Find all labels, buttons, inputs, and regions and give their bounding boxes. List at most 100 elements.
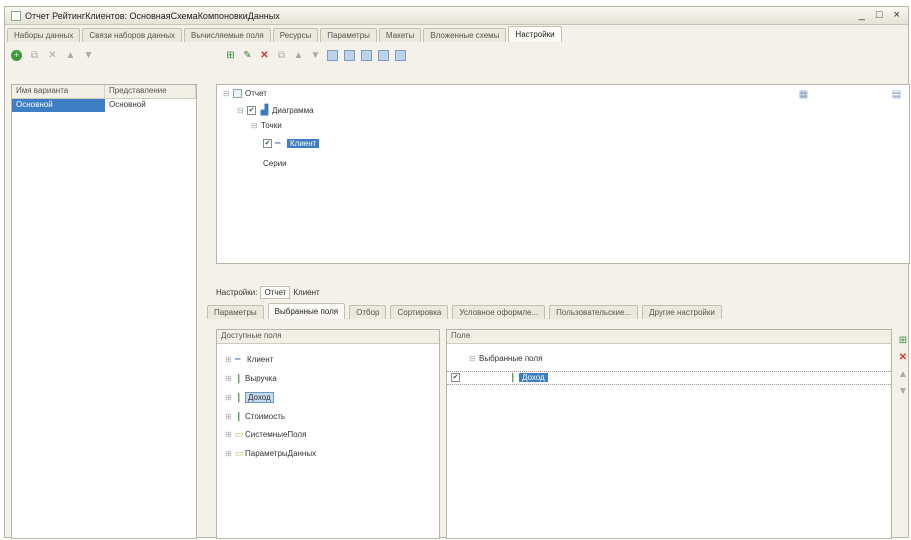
tree-label: Клиент xyxy=(287,139,320,148)
table-row[interactable]: Основной Основной xyxy=(12,99,196,112)
expand-icon[interactable]: ⊞ xyxy=(225,449,235,458)
column-header-view[interactable]: Представление xyxy=(105,85,196,98)
expand-icon[interactable] xyxy=(378,49,389,61)
delete-icon[interactable]: ✕ xyxy=(259,50,270,61)
window-title: Отчет РейтингКлиентов: ОсновнаяСхемаКомп… xyxy=(25,10,280,21)
field-label: Выручка xyxy=(245,374,277,383)
folder-icon: ▭ xyxy=(235,429,244,439)
tree-node-report[interactable]: ⊟ Отчет xyxy=(223,89,267,98)
expand-icon[interactable]: ⊞ xyxy=(225,393,235,402)
top-tabs: Наборы данных Связи наборов данных Вычис… xyxy=(5,26,908,42)
resource-icon: ❘ xyxy=(235,411,243,421)
dimension-icon: ━ xyxy=(235,354,241,364)
group-icon[interactable] xyxy=(327,49,338,61)
tree-label: Серии xyxy=(263,159,287,168)
report-icon xyxy=(233,89,242,98)
available-fields-panel: Доступные поля ⊞ ━ Клиент ⊞ ❘ Выручка ⊞ … xyxy=(216,329,440,539)
selected-row-outline xyxy=(447,371,891,385)
collapse-toggle-icon[interactable]: ⊟ xyxy=(223,89,233,98)
checkbox[interactable]: ✔ xyxy=(263,139,272,148)
move-up-icon[interactable]: ▲ xyxy=(898,369,908,380)
structure-toolbar: ⊞ ✎ ✕ ⧉ ▲ ▼ xyxy=(225,47,406,63)
settings-label: Настройки: xyxy=(216,287,258,297)
tab-settings[interactable]: Настройки xyxy=(508,26,562,42)
tree-node-client[interactable]: ✔ ━ Клиент xyxy=(263,138,320,149)
expand-icon[interactable]: ⊞ xyxy=(225,374,235,383)
list-item[interactable]: ⊞ ▭ СистемныеПоля xyxy=(225,429,306,440)
field-label: Клиент xyxy=(247,355,274,364)
tab-sorting[interactable]: Сортировка xyxy=(390,305,449,319)
tab-other-settings[interactable]: Другие настройки xyxy=(642,305,722,319)
grouping-icon: ━ xyxy=(275,138,281,148)
window-controls[interactable]: _ □ × xyxy=(859,9,904,21)
title-bar: Отчет РейтингКлиентов: ОсновнаяСхемаКомп… xyxy=(5,7,908,25)
variant-name-cell[interactable]: Основной xyxy=(12,99,105,112)
expand-icon[interactable]: ⊞ xyxy=(225,412,235,421)
selected-fields-panel: Поле ⊟ Выбранные поля ✔ ❘ Доход xyxy=(446,329,892,539)
delete-icon[interactable]: ✕ xyxy=(47,50,58,61)
field-label: Выбранные поля xyxy=(479,354,543,363)
field-label: Стоимость xyxy=(245,412,286,421)
grid-icon[interactable]: ▦ xyxy=(798,89,809,100)
move-up-icon[interactable]: ▲ xyxy=(65,50,76,61)
expand-icon[interactable]: ⊞ xyxy=(225,355,235,364)
selected-fields-header: Поле xyxy=(447,330,891,344)
expand-icon[interactable]: ⊞ xyxy=(225,430,235,439)
tree-label: Точки xyxy=(261,121,282,130)
add-group-icon[interactable]: ⊞ xyxy=(225,50,236,61)
move-down-icon[interactable]: ▼ xyxy=(83,50,94,61)
list-item[interactable]: ⊞ ▭ ПараметрыДанных xyxy=(225,448,316,459)
resource-icon: ❘ xyxy=(235,373,243,383)
settings-tabs: Параметры Выбранные поля Отбор Сортировк… xyxy=(207,303,724,319)
table-icon[interactable] xyxy=(344,49,355,61)
tab-nested-schemas[interactable]: Вложенные схемы xyxy=(423,28,507,42)
delete-icon[interactable]: ✕ xyxy=(899,352,907,363)
collapse-toggle-icon[interactable]: ⊟ xyxy=(469,354,479,363)
tab-resources[interactable]: Ресурсы xyxy=(272,28,319,42)
tab-conditional-formatting[interactable]: Условное оформле... xyxy=(452,305,546,319)
list-item[interactable]: ⊞ ❘ Доход xyxy=(225,392,274,403)
tab-client[interactable]: Клиент xyxy=(293,288,319,297)
copy-icon[interactable]: ⧉ xyxy=(276,50,287,61)
collapse-icon[interactable] xyxy=(395,49,406,61)
tree-node-chart[interactable]: ⊟ ✔ ▟ Диаграмма xyxy=(237,105,314,116)
column-header-name[interactable]: Имя варианта xyxy=(12,85,105,98)
tree-node-points[interactable]: ⊟ Точки xyxy=(251,121,282,130)
checkbox[interactable]: ✔ xyxy=(247,106,256,115)
tree-node-series[interactable]: Серии xyxy=(263,159,287,168)
list-item[interactable]: ⊞ ❘ Стоимость xyxy=(225,411,285,422)
properties-icon[interactable]: ▤ xyxy=(891,89,902,100)
tab-parameters[interactable]: Параметры xyxy=(207,305,264,319)
variants-toolbar: + ⧉ ✕ ▲ ▼ xyxy=(11,47,94,63)
move-down-icon[interactable]: ▼ xyxy=(310,50,321,61)
settings-selector: Настройки: Отчет Клиент xyxy=(216,285,320,299)
collapse-toggle-icon[interactable]: ⊟ xyxy=(237,106,247,115)
variant-view-cell[interactable]: Основной xyxy=(105,99,196,112)
edit-icon[interactable]: ✎ xyxy=(242,50,253,61)
move-up-icon[interactable]: ▲ xyxy=(293,50,304,61)
field-label: СистемныеПоля xyxy=(245,430,307,439)
copy-icon[interactable]: ⧉ xyxy=(29,50,40,61)
tab-datasets[interactable]: Наборы данных xyxy=(7,28,81,42)
settings-structure-tree: ⊟ Отчет ⊟ ✔ ▟ Диаграмма ⊟ Точки ✔ ━ Клие… xyxy=(216,84,910,264)
tab-layouts[interactable]: Макеты xyxy=(378,28,422,42)
tab-dataset-links[interactable]: Связи наборов данных xyxy=(82,28,182,42)
variants-table: Имя варианта Представление Основной Осно… xyxy=(11,84,197,539)
available-fields-header: Доступные поля xyxy=(217,330,439,344)
add-icon[interactable]: + xyxy=(11,49,22,61)
tab-parameters[interactable]: Параметры xyxy=(320,28,377,42)
list-item[interactable]: ⊞ ━ Клиент xyxy=(225,354,273,365)
tab-filter[interactable]: Отбор xyxy=(349,305,387,319)
move-down-icon[interactable]: ▼ xyxy=(898,386,908,397)
list-item[interactable]: ⊞ ❘ Выручка xyxy=(225,373,277,384)
list-item[interactable]: ⊟ Выбранные поля xyxy=(469,354,542,363)
collapse-toggle-icon[interactable]: ⊟ xyxy=(251,121,261,130)
tab-custom[interactable]: Пользовательские... xyxy=(549,305,639,319)
tab-calculated-fields[interactable]: Вычисляемые поля xyxy=(184,28,271,42)
tree-label: Диаграмма xyxy=(272,106,314,115)
add-field-icon[interactable]: ⊞ xyxy=(899,335,907,346)
tab-selected-fields[interactable]: Выбранные поля xyxy=(267,303,346,319)
tab-report[interactable]: Отчет xyxy=(260,285,291,299)
chart-icon[interactable] xyxy=(361,49,372,61)
resource-icon: ❘ xyxy=(235,392,243,402)
